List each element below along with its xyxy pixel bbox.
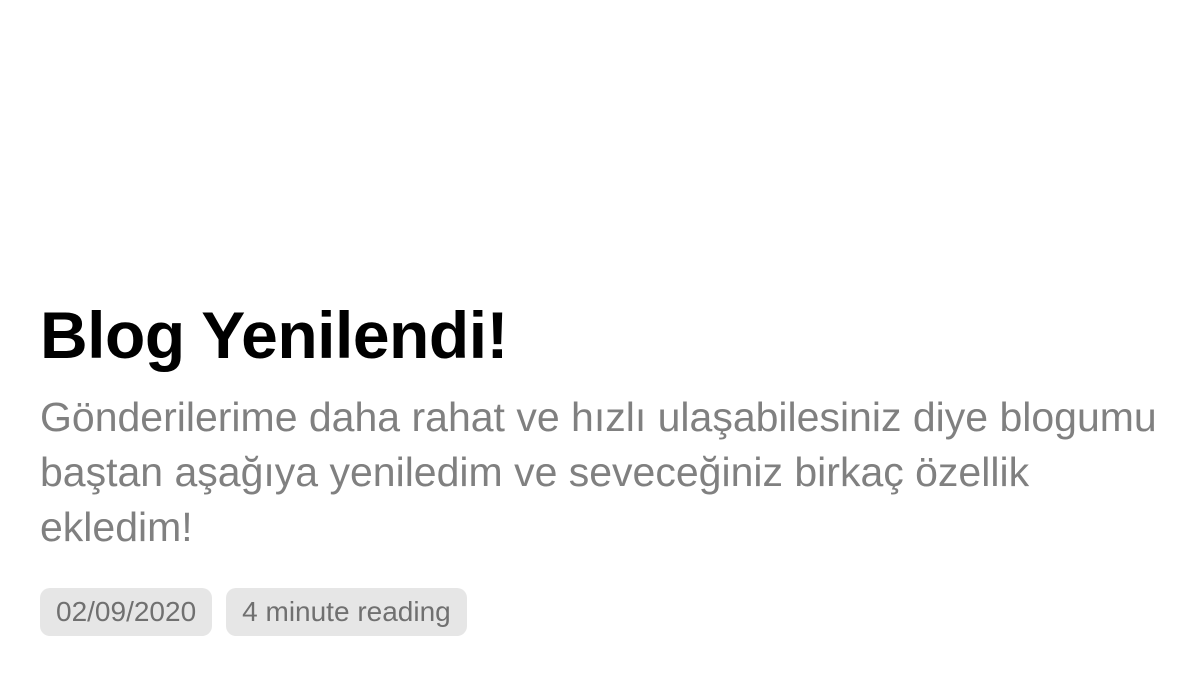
post-description: Gönderilerime daha rahat ve hızlı ulaşab… — [40, 394, 1157, 550]
post-content: Blog Yenilendi! Gönderilerime daha rahat… — [40, 296, 1160, 636]
post-title: Blog Yenilendi! — [40, 298, 509, 372]
reading-time-badge: 4 minute reading — [226, 588, 467, 636]
post-meta: 02/09/2020 4 minute reading — [40, 588, 1160, 636]
date-badge: 02/09/2020 — [40, 588, 213, 636]
blog-post-card: Blog Yenilendi! Gönderilerime daha rahat… — [0, 0, 1200, 675]
